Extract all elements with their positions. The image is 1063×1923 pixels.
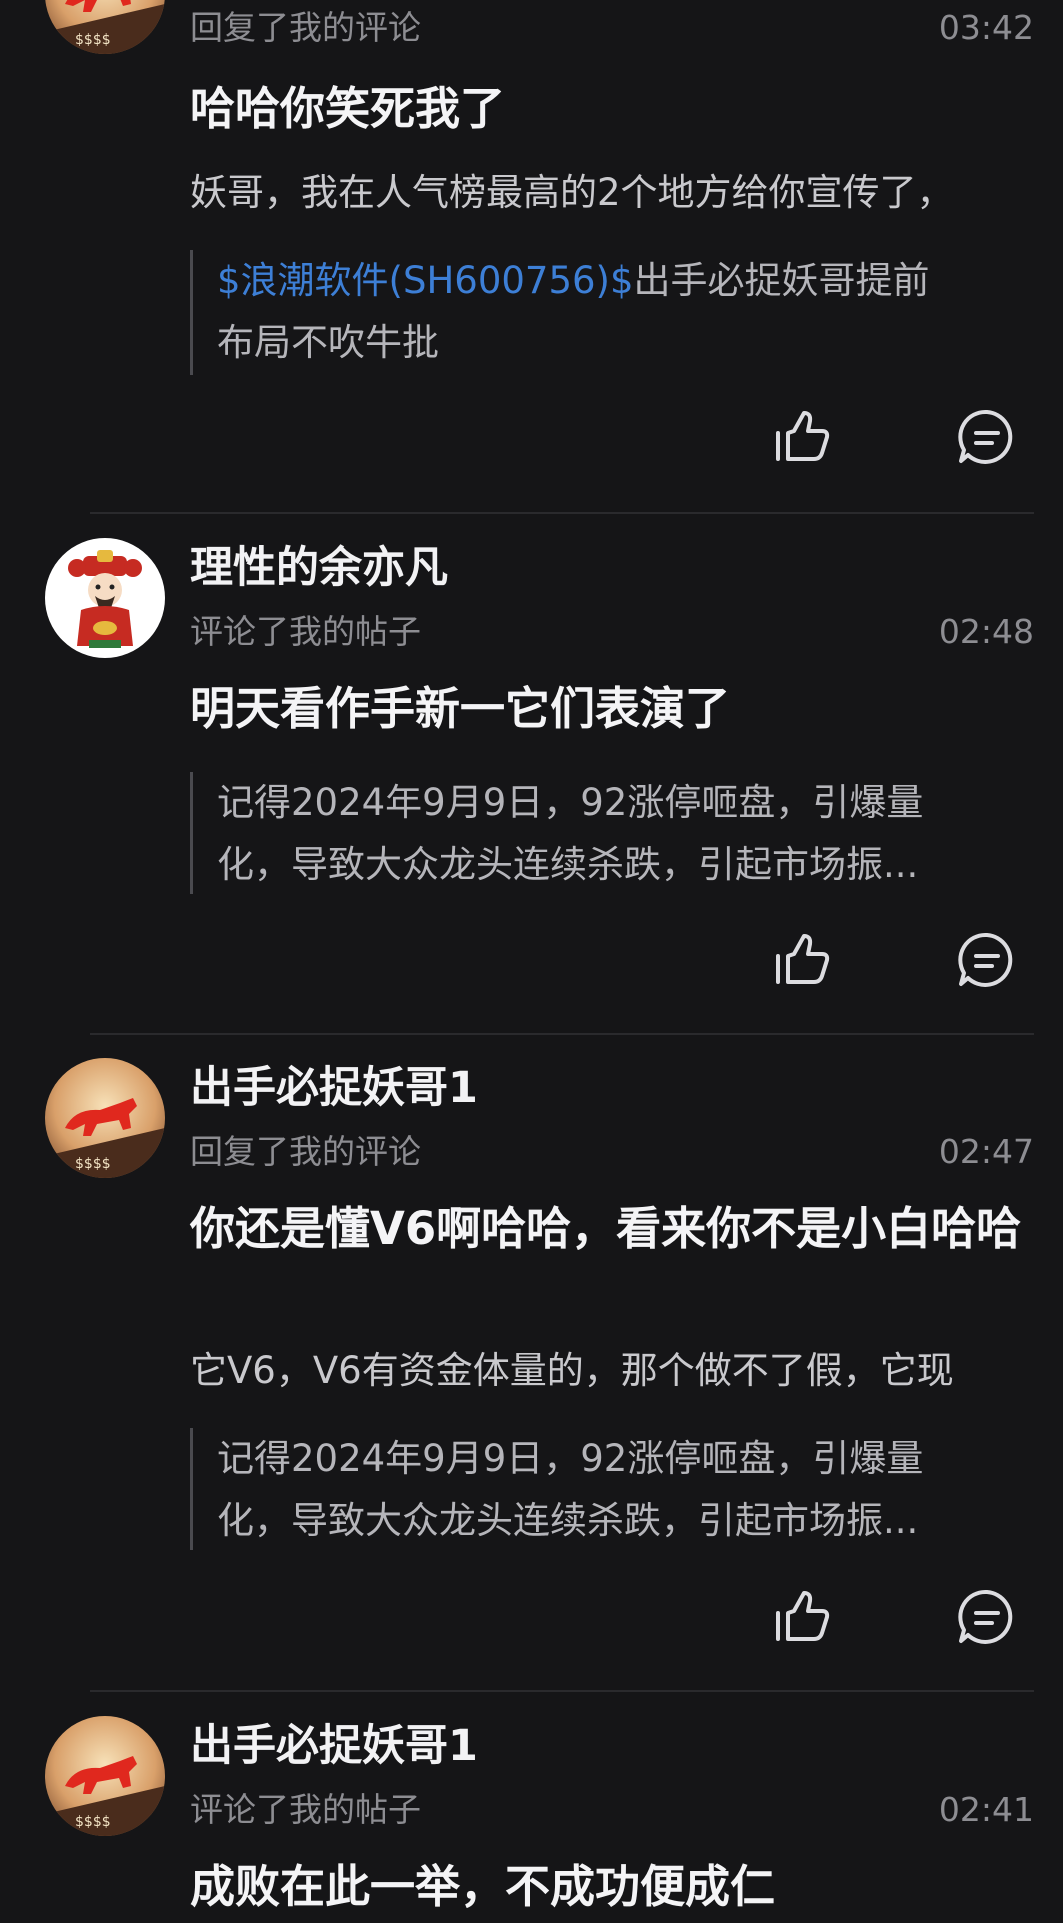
comment-button[interactable]	[955, 928, 1019, 992]
comment-text: 成败在此一举，不成功便成仁	[190, 1860, 776, 1913]
comment-bubble-icon	[958, 409, 1013, 464]
quote-line: 化，导致大众龙头连续杀跌，引起市场振...	[217, 843, 919, 886]
thumbs-up-icon	[776, 1591, 830, 1641]
comment-text: 哈哈你笑死我了	[190, 82, 506, 135]
action-text: 回复了我的评论	[190, 1132, 421, 1171]
quote-line: 记得2024年9月9日，92涨停咂盘，引爆量	[217, 781, 924, 824]
reply-preview: 它V6，V6有资金体量的，那个做不了假，它现	[190, 1349, 954, 1392]
notification-item[interactable]: $$$$ 回复了我的评论 03:42 哈哈你笑死我了 妖哥，我在人气榜最高的2个…	[0, 0, 1063, 520]
notification-item[interactable]: $$$$ 出手必捉妖哥1 评论了我的帖子 02:41 成败在此一举，不成功便成仁	[0, 1698, 1063, 1923]
thumbs-up-icon	[776, 411, 830, 461]
action-text: 回复了我的评论	[190, 8, 421, 47]
username[interactable]: 出手必捉妖哥1	[190, 1720, 478, 1772]
bull-avatar-icon: $$$$	[45, 1716, 165, 1836]
avatar[interactable]: $$$$	[45, 0, 165, 54]
timestamp: 02:47	[938, 1132, 1034, 1171]
thumbs-up-icon	[776, 934, 830, 984]
fortune-god-avatar-icon	[45, 538, 165, 658]
notification-item[interactable]: 理性的余亦凡 评论了我的帖子 02:48 明天看作手新一它们表演了 记得2024…	[0, 520, 1063, 1035]
action-text: 评论了我的帖子	[190, 612, 421, 651]
svg-text:$$$$: $$$$	[75, 1814, 111, 1830]
comment-text: 明天看作手新一它们表演了	[190, 682, 731, 735]
divider	[90, 512, 1034, 514]
comment-button[interactable]	[955, 405, 1019, 469]
timestamp: 02:48	[938, 612, 1034, 651]
stock-link[interactable]: $浪潮软件(SH600756)$	[217, 259, 634, 302]
comment-bubble-icon	[958, 932, 1013, 987]
quote-line: 记得2024年9月9日，92涨停咂盘，引爆量	[217, 1437, 924, 1480]
quoted-post[interactable]: 记得2024年9月9日，92涨停咂盘，引爆量 化，导致大众龙头连续杀跌，引起市场…	[190, 1428, 1020, 1550]
quote-text: 出手必捉妖哥提前	[633, 259, 930, 302]
divider	[90, 1033, 1034, 1035]
like-button[interactable]	[770, 1585, 834, 1649]
bull-avatar-icon: $$$$	[45, 0, 165, 54]
reply-preview: 妖哥，我在人气榜最高的2个地方给你宣传了，	[190, 171, 954, 214]
timestamp: 02:41	[938, 1790, 1034, 1829]
svg-text:$$$$: $$$$	[75, 32, 111, 48]
notification-item[interactable]: $$$$ 出手必捉妖哥1 回复了我的评论 02:47 你还是懂V6啊哈哈，看来你…	[0, 1040, 1063, 1695]
username[interactable]: 理性的余亦凡	[190, 542, 448, 594]
like-button[interactable]	[770, 405, 834, 469]
quote-line: 布局不吹牛批	[217, 321, 439, 364]
like-button[interactable]	[770, 928, 834, 992]
comment-bubble-icon	[958, 1589, 1013, 1644]
avatar[interactable]: $$$$	[45, 1058, 165, 1178]
comment-text: 你还是懂V6啊哈哈，看来你不是小白哈哈	[190, 1202, 1022, 1255]
quote-line: $浪潮软件(SH600756)$出手必捉妖哥提前	[217, 250, 1020, 312]
quoted-post[interactable]: 记得2024年9月9日，92涨停咂盘，引爆量 化，导致大众龙头连续杀跌，引起市场…	[190, 772, 1020, 894]
username[interactable]: 出手必捉妖哥1	[190, 1062, 478, 1114]
svg-text:$$$$: $$$$	[75, 1156, 111, 1172]
avatar[interactable]	[45, 538, 165, 658]
quoted-post[interactable]: $浪潮软件(SH600756)$出手必捉妖哥提前 布局不吹牛批	[190, 250, 1020, 375]
avatar[interactable]: $$$$	[45, 1716, 165, 1836]
notification-feed: $$$$ 回复了我的评论 03:42 哈哈你笑死我了 妖哥，我在人气榜最高的2个…	[0, 0, 1063, 1923]
action-text: 评论了我的帖子	[190, 1790, 421, 1829]
divider	[90, 1690, 1034, 1692]
bull-avatar-icon: $$$$	[45, 1058, 165, 1178]
timestamp: 03:42	[938, 8, 1034, 47]
quote-line: 化，导致大众龙头连续杀跌，引起市场振...	[217, 1499, 919, 1542]
comment-button[interactable]	[955, 1585, 1019, 1649]
